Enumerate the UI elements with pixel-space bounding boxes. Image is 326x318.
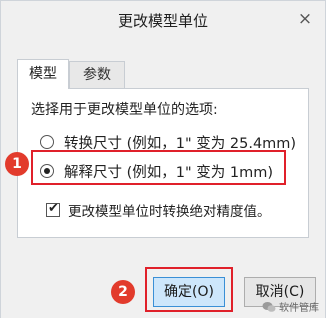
radio-button-convert[interactable] xyxy=(40,135,54,149)
section-label: 选择用于更改模型单位的选项: xyxy=(31,102,218,118)
annotation-highlight-option xyxy=(31,150,286,185)
annotation-step-badge-2: 2 xyxy=(111,280,135,304)
dialog-title: 更改模型单位 xyxy=(117,12,208,30)
watermark: 软件管库 xyxy=(262,299,319,314)
checkbox-box[interactable]: ✔ xyxy=(46,201,60,217)
change-model-units-dialog: 更改模型单位 × 模型 参数 选择用于更改模型单位的选项: 转换尺寸 (例如，1… xyxy=(0,0,326,318)
annotation-step-badge-1: 1 xyxy=(5,152,29,176)
checkbox-convert-accuracy[interactable]: ✔ 更改模型单位时转换绝对精度值。 xyxy=(46,199,271,221)
tab-parameters[interactable]: 参数 xyxy=(69,61,125,89)
checkbox-label: 更改模型单位时转换绝对精度值。 xyxy=(68,204,271,220)
dialog-titlebar: 更改模型单位 × xyxy=(1,1,325,41)
wechat-icon xyxy=(262,301,276,312)
checkmark-icon: ✔ xyxy=(48,201,59,216)
close-icon: × xyxy=(297,9,313,29)
close-button[interactable]: × xyxy=(293,7,317,31)
tab-model[interactable]: 模型 xyxy=(17,59,69,89)
ok-button[interactable]: 确定(O) xyxy=(153,277,225,307)
watermark-text: 软件管库 xyxy=(279,303,319,314)
